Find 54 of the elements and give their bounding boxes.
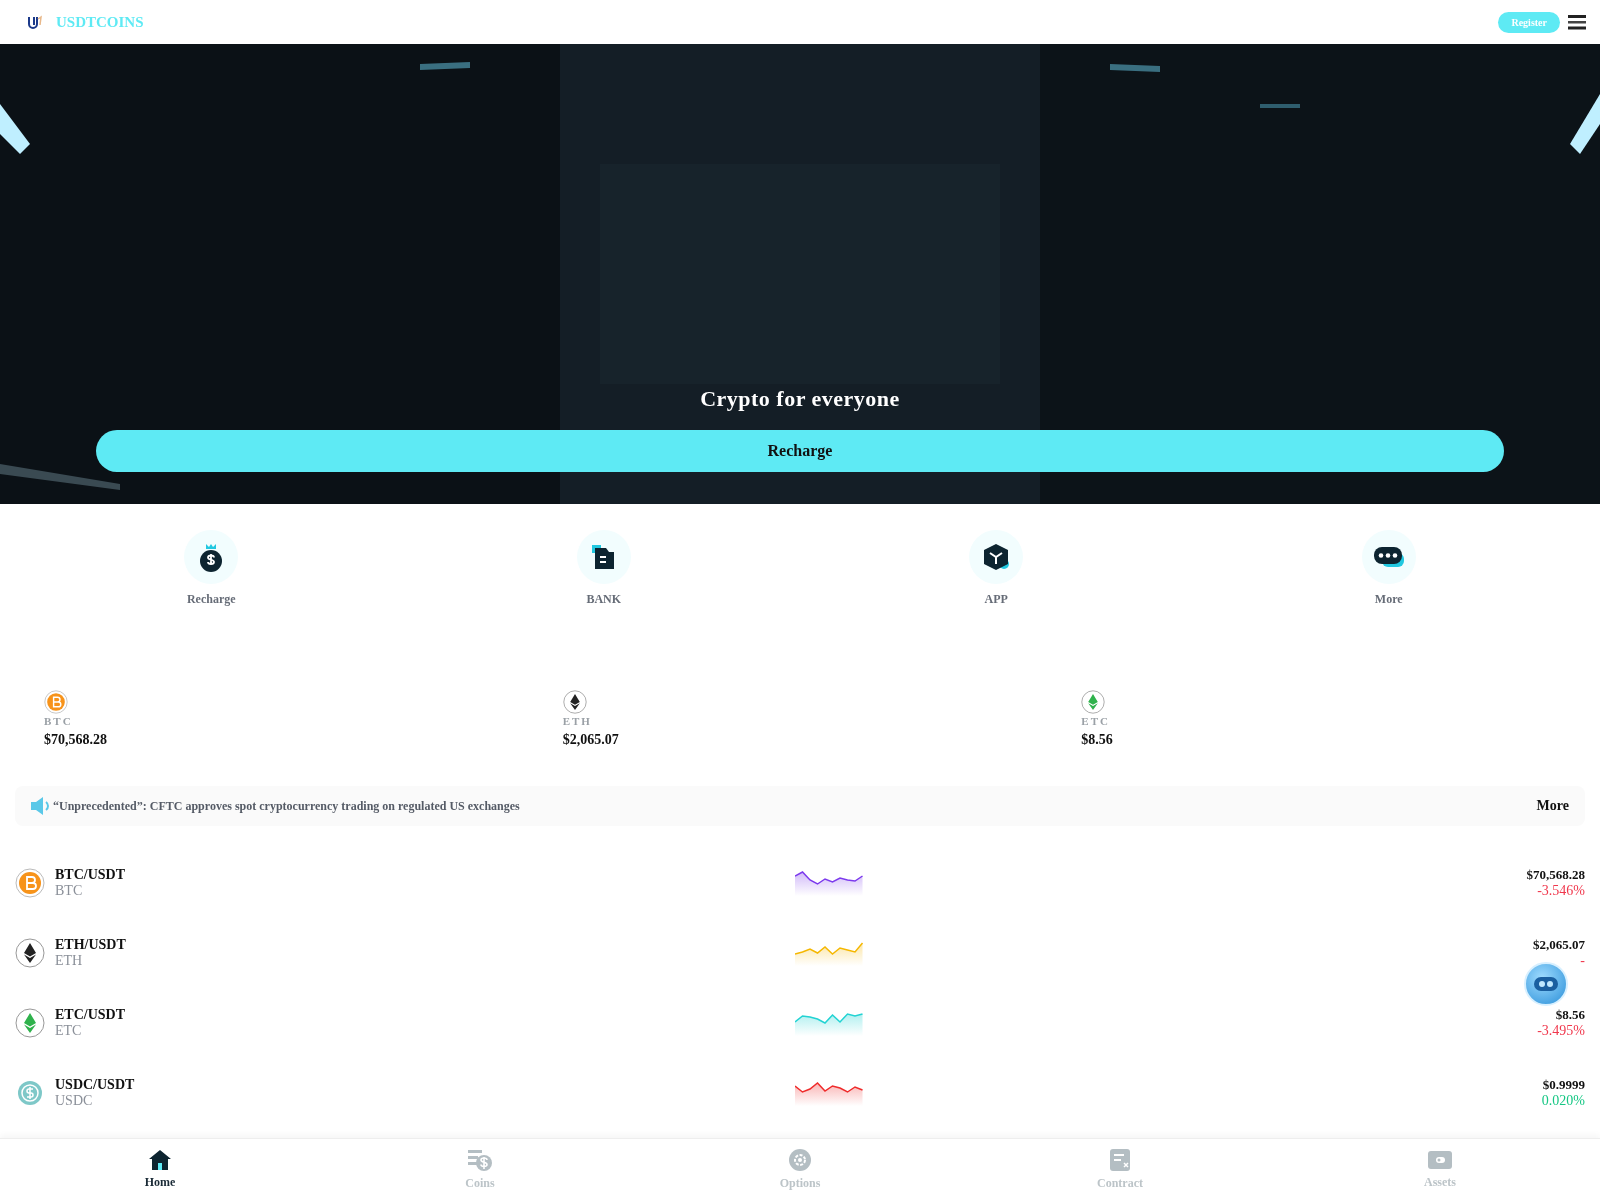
speaker-icon <box>29 796 51 816</box>
cube-icon <box>981 542 1012 572</box>
ticker-symbol: BTC <box>44 715 73 727</box>
market-change: -3.546% <box>1537 883 1585 899</box>
market-change: - <box>1580 953 1585 969</box>
market-pair[interactable]: ETH/USDT <box>55 937 126 953</box>
market-price: $2,065.07 <box>1533 937 1585 953</box>
market-pair[interactable]: ETC/USDT <box>55 1007 126 1023</box>
market-change: -3.495% <box>1537 1023 1585 1039</box>
market-pair[interactable]: BTC/USDT <box>55 867 126 883</box>
ethereum-classic-icon <box>15 1008 45 1038</box>
sparkline <box>795 1010 865 1036</box>
market-base: BTC <box>55 883 84 899</box>
shortcut-label: Recharge <box>186 592 236 607</box>
market-change: 0.020% <box>1541 1093 1585 1109</box>
market-price: $8.56 <box>1555 1007 1585 1023</box>
menu-icon[interactable] <box>1568 14 1586 30</box>
recharge-button[interactable]: Recharge <box>96 430 1504 472</box>
ethereum-icon <box>562 690 587 714</box>
more-link[interactable]: More <box>1536 798 1569 814</box>
market-base: ETH <box>55 953 84 969</box>
ticker-price: $2,065.07 <box>562 732 619 748</box>
bitcoin-icon <box>15 868 45 898</box>
sparkline <box>795 870 865 896</box>
robot-face-icon <box>1533 976 1559 992</box>
shortcut-label: More <box>1374 592 1403 607</box>
ticker-symbol: ETH <box>562 715 592 727</box>
nav-tab[interactable]: Home <box>0 1139 320 1200</box>
ticker-price: $8.56 <box>1081 732 1113 748</box>
hero-title: Crypto for everyone <box>700 386 900 412</box>
news-headline[interactable]: “Unprecedented”: CFTC approves spot cryptocurrency trading on regulated US exchanges <box>53 798 520 814</box>
market-base: ETC <box>55 1023 83 1039</box>
gear-icon <box>788 1148 812 1172</box>
shortcut-label: BANK <box>586 592 622 607</box>
support-chat-button[interactable] <box>1524 962 1568 1006</box>
market-base: USDC <box>55 1093 94 1109</box>
ethereum-icon <box>15 938 45 968</box>
logo-icon <box>28 15 42 29</box>
document-icon <box>1109 1148 1131 1172</box>
coins-icon <box>467 1148 493 1172</box>
shortcut-label: APP <box>984 592 1008 607</box>
sparkline <box>795 1080 865 1106</box>
brand-name: USDTCOINS <box>56 13 144 31</box>
market-price: $70,568.28 <box>1526 867 1585 883</box>
usdc-icon <box>15 1078 45 1108</box>
wallet-icon <box>1427 1149 1453 1171</box>
bitcoin-icon <box>44 690 68 714</box>
market-pair[interactable]: USDC/USDT <box>55 1077 135 1093</box>
ticker-symbol: ETC <box>1081 715 1110 727</box>
sparkline <box>795 940 865 966</box>
ticker-price: $70,568.28 <box>44 732 107 748</box>
market-price: $0.9999 <box>1542 1077 1585 1093</box>
home-icon <box>148 1149 172 1171</box>
ethereum-classic-icon <box>1081 690 1106 714</box>
